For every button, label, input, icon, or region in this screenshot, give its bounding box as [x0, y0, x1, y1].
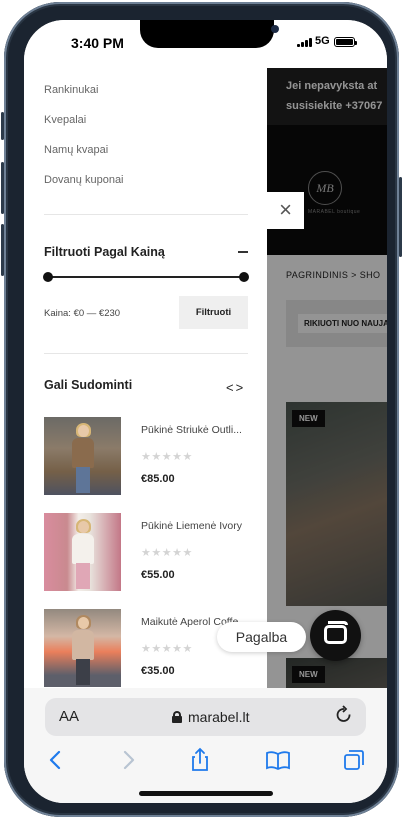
rating-stars-icon: ★★★★★	[141, 451, 193, 463]
reload-icon[interactable]	[335, 705, 353, 730]
product-price: €55.00	[141, 569, 175, 581]
product-thumbnail[interactable]	[44, 513, 121, 591]
bookmarks-icon[interactable]	[264, 746, 292, 774]
product-card[interactable]: Pūkinė Striukė Outli... ★★★★★ €85.00	[44, 417, 248, 495]
price-range-label: Kaina: €0 — €230	[44, 308, 121, 319]
screen: 3:40 PM 5G Jei nepavyksta at susisiekite…	[24, 20, 387, 803]
back-icon[interactable]	[42, 746, 70, 774]
category-link[interactable]: Namų kvapai	[44, 144, 108, 156]
close-drawer-button[interactable]: ×	[267, 192, 304, 229]
filter-drawer: Rankinukai Kvepalai Namų kvapai Dovanų k…	[24, 68, 267, 688]
network-type: 5G	[315, 35, 330, 47]
chat-bubble-icon	[324, 625, 347, 644]
notch	[140, 20, 279, 48]
volume-up-button	[1, 162, 4, 214]
price-slider-track[interactable]	[48, 276, 244, 278]
category-link[interactable]: Kvepalai	[44, 114, 86, 126]
product-card[interactable]: Maikutė Aperol Coffe ★★★★★ €35.00	[44, 609, 248, 687]
price-slider-min-handle[interactable]	[43, 272, 53, 282]
tabs-icon[interactable]	[340, 746, 368, 774]
safari-toolbar: AA marabel.lt	[24, 688, 387, 803]
help-chat-label[interactable]: Pagalba	[217, 622, 306, 652]
category-link[interactable]: Rankinukai	[44, 84, 98, 96]
lock-icon	[172, 711, 182, 723]
volume-down-button	[1, 224, 4, 276]
camera-icon	[271, 25, 279, 33]
phone-frame: 3:40 PM 5G Jei nepavyksta at susisiekite…	[1, 2, 402, 817]
signal-icon	[297, 38, 312, 47]
rating-stars-icon: ★★★★★	[141, 643, 193, 655]
chat-button[interactable]	[310, 610, 361, 661]
product-price: €85.00	[141, 473, 175, 485]
product-thumbnail[interactable]	[44, 609, 121, 687]
drawer-overlay[interactable]	[267, 68, 387, 688]
price-filter-title: Filtruoti Pagal Kainą	[44, 245, 165, 259]
recommend-title: Gali Sudominti	[44, 378, 133, 392]
forward-icon[interactable]	[114, 746, 142, 774]
url-domain[interactable]: marabel.lt	[188, 709, 249, 725]
filter-button[interactable]: Filtruoti	[179, 296, 248, 329]
product-card[interactable]: Pūkinė Liemenė Ivory ★★★★★ €55.00	[44, 513, 248, 591]
mute-switch	[1, 112, 4, 140]
battery-icon	[334, 37, 357, 47]
home-indicator	[139, 791, 273, 796]
product-name[interactable]: Pūkinė Striukė Outli...	[141, 424, 248, 436]
category-link[interactable]: Dovanų kuponai	[44, 174, 124, 186]
rating-stars-icon: ★★★★★	[141, 547, 193, 559]
divider	[44, 214, 248, 215]
close-icon: ×	[279, 197, 292, 222]
address-bar[interactable]: AA marabel.lt	[45, 698, 366, 736]
divider	[44, 353, 248, 354]
collapse-icon[interactable]	[238, 251, 248, 253]
product-name[interactable]: Pūkinė Liemenė Ivory	[141, 520, 248, 532]
status-bar: 3:40 PM 5G	[24, 20, 387, 68]
price-slider-max-handle[interactable]	[239, 272, 249, 282]
power-button	[399, 177, 402, 257]
share-icon[interactable]	[186, 746, 214, 774]
status-time: 3:40 PM	[71, 35, 124, 51]
product-price: €35.00	[141, 665, 175, 677]
product-thumbnail[interactable]	[44, 417, 121, 495]
carousel-arrows-icon[interactable]: <>	[226, 380, 245, 395]
reader-aa-icon[interactable]: AA	[59, 708, 79, 725]
